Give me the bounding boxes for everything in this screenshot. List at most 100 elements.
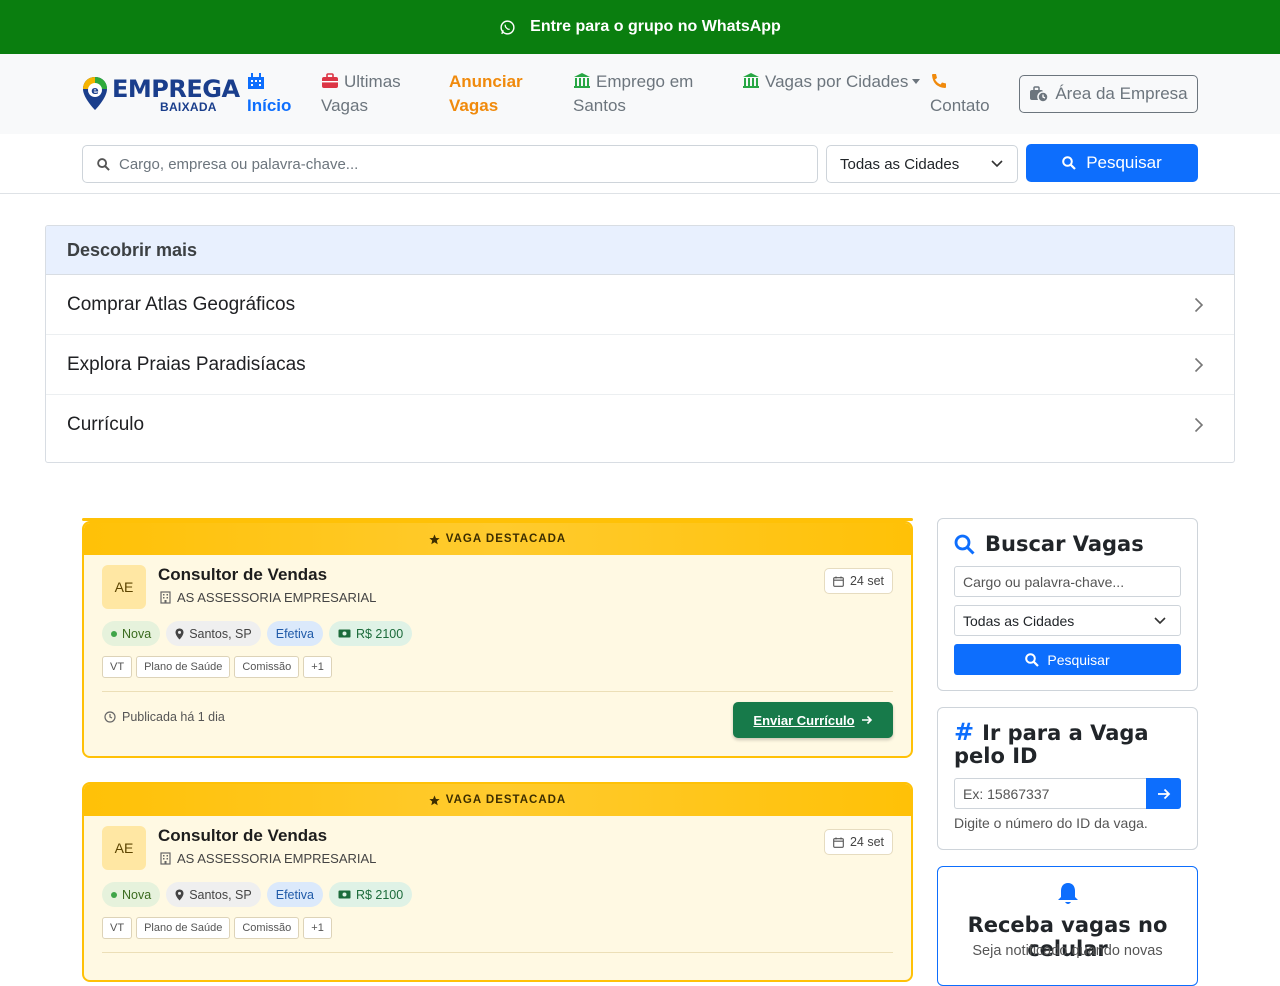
job-date: 24 set bbox=[849, 835, 884, 849]
company-area-label: Área da Empresa bbox=[1055, 84, 1188, 103]
building-icon bbox=[160, 591, 171, 604]
benefit-badge: Comissão bbox=[234, 917, 300, 939]
sidebar-job-id-card: # Ir para a Vaga pelo ID Ex: 15867337 Dig… bbox=[937, 707, 1198, 850]
bank-icon bbox=[743, 73, 759, 88]
job-date-badge: 24 set bbox=[823, 829, 893, 855]
job-title[interactable]: Consultor de Vendas bbox=[158, 826, 327, 846]
card-divider bbox=[102, 691, 893, 692]
hash-icon: # bbox=[954, 718, 975, 746]
benefit-badge: Plano de Saúde bbox=[136, 917, 231, 939]
nav-jobs-by-city-dropdown[interactable]: Vagas por Cidades bbox=[742, 70, 932, 94]
search-icon bbox=[954, 534, 975, 555]
nav-contact-label: Contato bbox=[930, 96, 990, 115]
job-published-label: Publicada há 1 dia bbox=[122, 710, 225, 724]
tag-salary: R$ 2100 bbox=[328, 882, 413, 907]
job-card: VAGA DESTACADA AE Consultor de Vendas AS… bbox=[82, 782, 913, 982]
city-select-value: Todas as Cidades bbox=[840, 155, 960, 173]
benefit-more-badge: +1 bbox=[303, 917, 332, 939]
card-divider bbox=[102, 952, 893, 953]
benefit-more-badge: +1 bbox=[303, 656, 332, 678]
tag-salary-label: R$ 2100 bbox=[355, 887, 404, 902]
company-area-button[interactable]: Área da Empresa bbox=[1019, 75, 1198, 113]
site-header: e EMPREGA BAIXADA Início Ultimas Vagas A… bbox=[0, 54, 1280, 134]
job-card: VAGA DESTACADA AE Consultor de Vendas AS… bbox=[82, 521, 913, 758]
nav-jobs-santos[interactable]: Emprego em Santos bbox=[573, 70, 723, 118]
job-date: 24 set bbox=[849, 574, 884, 588]
send-resume-button[interactable]: Enviar Currículo bbox=[733, 702, 893, 738]
search-button[interactable]: Pesquisar bbox=[1026, 144, 1198, 182]
job-id-input[interactable]: Ex: 15867337 bbox=[954, 778, 1147, 809]
calendar-icon bbox=[833, 837, 844, 848]
whatsapp-group-banner[interactable]: Entre para o grupo no WhatsApp bbox=[0, 0, 1280, 54]
tag-salary-label: R$ 2100 bbox=[355, 626, 404, 641]
business-time-icon bbox=[1030, 86, 1050, 103]
job-tags: Nova Santos, SP Efetiva R$ 2100 bbox=[102, 882, 413, 907]
benefit-badge: Plano de Saúde bbox=[136, 656, 231, 678]
sidebar-keyword-input[interactable]: Cargo ou palavra-chave... bbox=[954, 566, 1181, 597]
arrow-right-icon bbox=[861, 715, 872, 725]
featured-strip: VAGA DESTACADA bbox=[84, 523, 911, 555]
building-icon bbox=[248, 73, 264, 89]
nav-home-label: Início bbox=[247, 96, 292, 115]
phone-icon bbox=[932, 74, 946, 88]
dropdown-caret-icon bbox=[912, 79, 921, 84]
discover-more-panel: Descobrir mais Comprar Atlas Geográficos… bbox=[45, 225, 1235, 463]
city-select[interactable]: Todas as Cidades bbox=[826, 145, 1018, 183]
sidebar-notify-subtitle: Seja notificado quando novas bbox=[972, 943, 1163, 959]
benefit-badge: VT bbox=[102, 917, 133, 939]
discover-item-atlas[interactable]: Comprar Atlas Geográficos bbox=[46, 275, 1234, 335]
discover-item-label: Comprar Atlas Geográficos bbox=[67, 293, 296, 315]
tag-new-label: Nova bbox=[122, 887, 152, 902]
discover-item-resume[interactable]: Currículo bbox=[46, 395, 1234, 455]
benefit-badge: Comissão bbox=[234, 656, 300, 678]
discover-more-title: Descobrir mais bbox=[46, 226, 1234, 275]
discover-item-label: Currículo bbox=[67, 414, 145, 435]
tag-location: Santos, SP bbox=[166, 882, 261, 907]
sidebar-search-card: Buscar Vagas Cargo ou palavra-chave... T… bbox=[937, 518, 1198, 691]
search-icon bbox=[97, 157, 110, 171]
job-id-go-button[interactable] bbox=[1146, 778, 1181, 809]
tag-location: Santos, SP bbox=[166, 621, 261, 646]
job-tags: Nova Santos, SP Efetiva R$ 2100 bbox=[102, 621, 413, 646]
briefcase-icon bbox=[322, 73, 338, 88]
clock-icon bbox=[104, 711, 116, 723]
status-dot-icon bbox=[111, 891, 117, 898]
sidebar-search-title: Buscar Vagas bbox=[954, 532, 1144, 556]
svg-text:e: e bbox=[91, 84, 98, 97]
job-title[interactable]: Consultor de Vendas bbox=[158, 565, 327, 585]
sidebar-city-select[interactable]: Todas as Cidades bbox=[954, 605, 1181, 636]
search-placeholder: Cargo, empresa ou palavra-chave... bbox=[119, 155, 359, 173]
star-icon bbox=[429, 533, 440, 544]
calendar-icon bbox=[833, 576, 844, 587]
tag-location-label: Santos, SP bbox=[189, 887, 252, 902]
sidebar-city-select-value: Todas as Cidades bbox=[963, 612, 1075, 629]
benefit-badge: VT bbox=[102, 656, 133, 678]
arrow-right-icon bbox=[1157, 788, 1170, 799]
sidebar-search-button[interactable]: Pesquisar bbox=[954, 644, 1181, 675]
nav-home[interactable]: Início bbox=[247, 70, 307, 118]
star-icon bbox=[429, 794, 440, 805]
sidebar-notify-card: Receba vagas no celular Seja notificado … bbox=[937, 866, 1198, 986]
chevron-right-icon bbox=[1194, 417, 1204, 433]
search-input[interactable]: Cargo, empresa ou palavra-chave... bbox=[82, 145, 818, 183]
sidebar-search-button-label: Pesquisar bbox=[1047, 651, 1110, 668]
search-icon bbox=[1025, 652, 1040, 667]
map-pin-icon bbox=[175, 889, 184, 900]
company-avatar: AE bbox=[102, 565, 146, 609]
discover-item-beaches[interactable]: Explora Praias Paradisíacas bbox=[46, 335, 1234, 395]
featured-label: VAGA DESTACADA bbox=[445, 533, 567, 545]
chevron-down-icon bbox=[1154, 616, 1166, 624]
search-button-label: Pesquisar bbox=[1086, 153, 1162, 172]
site-logo[interactable]: e EMPREGA BAIXADA bbox=[82, 74, 240, 114]
job-benefits: VT Plano de Saúde Comissão +1 bbox=[102, 656, 332, 678]
search-icon bbox=[1062, 156, 1076, 170]
chevron-down-icon bbox=[991, 160, 1003, 168]
job-company: AS ASSESSORIA EMPRESARIAL bbox=[160, 590, 376, 605]
job-id-hint: Digite o número do ID da vaga. bbox=[954, 815, 1148, 831]
nav-contact[interactable]: Contato bbox=[930, 70, 1000, 118]
job-company-name: AS ASSESSORIA EMPRESARIAL bbox=[177, 851, 377, 866]
nav-latest-jobs[interactable]: Ultimas Vagas bbox=[321, 70, 431, 118]
send-resume-label: Enviar Currículo bbox=[753, 712, 855, 728]
job-date-badge: 24 set bbox=[823, 568, 893, 594]
nav-post-jobs[interactable]: Anunciar Vagas bbox=[449, 70, 559, 118]
